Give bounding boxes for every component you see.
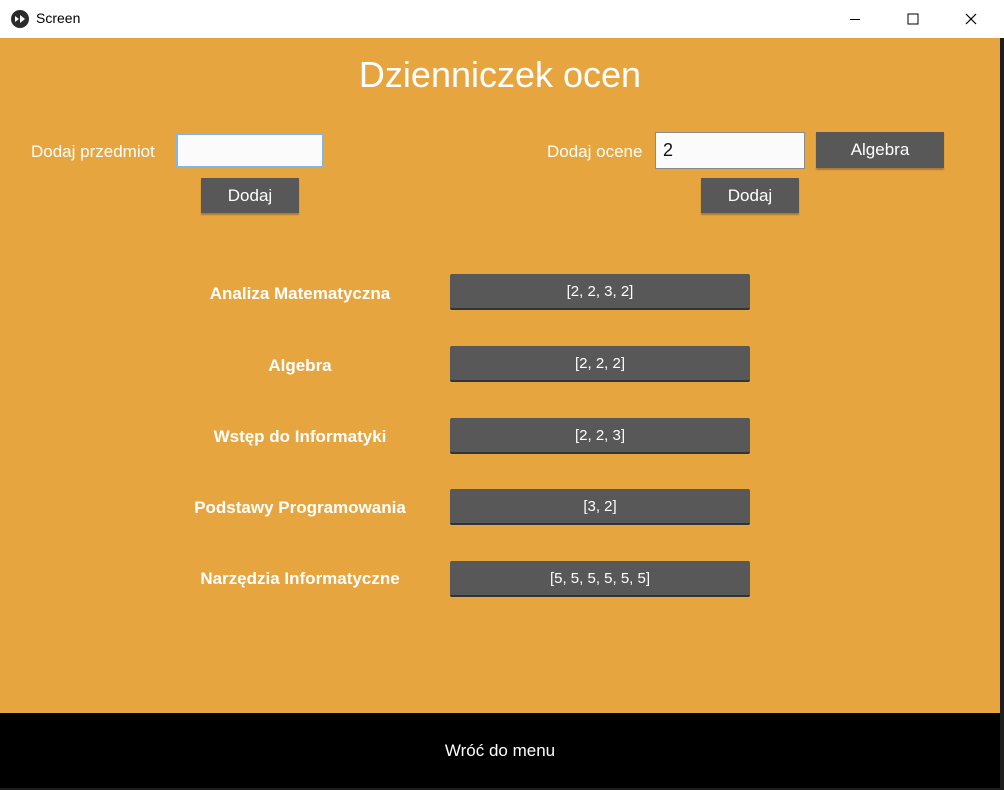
subject-grades-button[interactable]: [5, 5, 5, 5, 5, 5] [450, 561, 750, 597]
subject-grades-button[interactable]: [2, 2, 3, 2] [450, 274, 750, 310]
add-subject-label: Dodaj przedmiot [31, 142, 155, 161]
subject-grades-button[interactable]: [3, 2] [450, 489, 750, 525]
subject-name: Narzędzia Informatyczne [200, 569, 400, 588]
add-subject-input[interactable] [176, 133, 324, 168]
window-titlebar: Screen [0, 0, 1004, 38]
window-body: Dzienniczek ocen Dodaj przedmiot Dodaj D… [0, 38, 1000, 788]
window-title: Screen [36, 10, 81, 26]
add-subject-button[interactable]: Dodaj [201, 178, 299, 213]
add-grade-label: Dodaj ocene [547, 142, 643, 161]
minimize-icon [850, 19, 860, 20]
back-to-menu-button[interactable]: Wróć do menu [0, 713, 1000, 788]
subject-name: Wstęp do Informatyki [213, 427, 387, 446]
subject-name: Algebra [268, 356, 332, 375]
subject-name: Analiza Matematyczna [209, 284, 391, 303]
maximize-button[interactable] [884, 0, 942, 38]
page-title: Dzienniczek ocen [358, 54, 642, 95]
maximize-icon [907, 13, 919, 25]
subject-select-button[interactable]: Algebra [816, 132, 944, 168]
subject-grades-button[interactable]: [2, 2, 2] [450, 346, 750, 382]
close-button[interactable] [942, 0, 1000, 38]
add-grade-input[interactable] [655, 132, 805, 169]
subject-name: Podstawy Programowania [194, 498, 406, 517]
minimize-button[interactable] [826, 0, 884, 38]
kivy-logo-icon [11, 10, 29, 28]
close-icon [965, 13, 977, 25]
subject-grades-button[interactable]: [2, 2, 3] [450, 418, 750, 454]
add-grade-button[interactable]: Dodaj [701, 178, 799, 213]
